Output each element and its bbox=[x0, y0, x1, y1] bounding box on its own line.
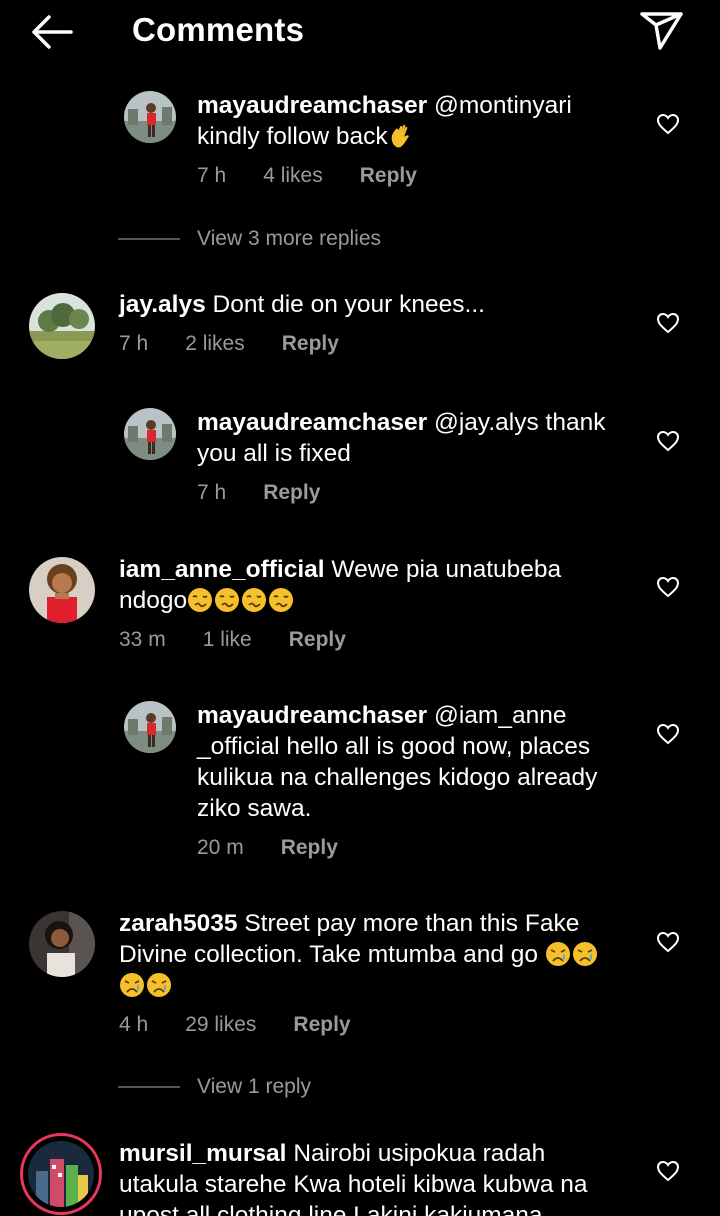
crying-face-icon bbox=[120, 973, 144, 997]
view-replies-label: View 1 reply bbox=[197, 1075, 312, 1098]
comment-text: jay.alys Dont die on your knees... bbox=[119, 289, 639, 320]
comment-username[interactable]: iam_anne_official bbox=[119, 556, 325, 583]
comment-meta: 4 h 29 likes Reply bbox=[119, 1013, 388, 1037]
paper-plane-icon bbox=[640, 12, 683, 50]
avatar[interactable] bbox=[124, 91, 176, 143]
comment-likes[interactable]: 4 likes bbox=[263, 164, 323, 188]
heart-icon[interactable] bbox=[656, 1160, 680, 1182]
comment-body: Dont die on your knees... bbox=[212, 291, 485, 318]
comment-meta: 20 m Reply bbox=[197, 836, 375, 860]
comment-meta: 33 m 1 like Reply bbox=[119, 628, 383, 652]
comment-username[interactable]: mayaudreamchaser bbox=[197, 409, 427, 436]
comment-username[interactable]: mayaudreamchaser bbox=[197, 702, 427, 729]
page-title: Comments bbox=[132, 11, 305, 48]
comment-text: mayaudreamchaser @jay.alys thank you all… bbox=[197, 407, 627, 469]
view-replies-label: View 3 more replies bbox=[197, 227, 382, 250]
reply-button[interactable]: Reply bbox=[282, 332, 339, 356]
reply-button[interactable]: Reply bbox=[293, 1013, 350, 1037]
heart-icon[interactable] bbox=[656, 576, 680, 598]
crying-face-icon bbox=[545, 942, 570, 966]
avatar[interactable] bbox=[124, 701, 176, 753]
divider bbox=[118, 238, 180, 240]
comment-time: 7 h bbox=[119, 332, 149, 355]
comment-text: iam_anne_official Wewe pia unatubeba ndo… bbox=[119, 554, 619, 616]
avatar[interactable] bbox=[29, 293, 95, 359]
heart-icon[interactable] bbox=[656, 312, 680, 334]
heart-icon[interactable] bbox=[656, 113, 680, 135]
comment-text: mayaudreamchaser @montinyari kindly foll… bbox=[197, 90, 637, 152]
comment-likes[interactable]: 29 likes bbox=[185, 1013, 256, 1037]
reply-button[interactable]: Reply bbox=[281, 836, 338, 860]
woozy-face-icon bbox=[242, 588, 267, 612]
avatar[interactable] bbox=[29, 911, 95, 977]
comment-username[interactable]: jay.alys bbox=[119, 291, 206, 318]
woozy-face-icon bbox=[188, 588, 213, 612]
reply-button[interactable]: Reply bbox=[289, 628, 346, 652]
comment-likes[interactable]: 2 likes bbox=[185, 332, 245, 356]
back-button[interactable] bbox=[28, 12, 76, 52]
crying-face-icon bbox=[147, 973, 171, 997]
comment-username[interactable]: mayaudreamchaser bbox=[197, 92, 427, 119]
view-more-replies[interactable]: View 3 more replies bbox=[118, 227, 381, 251]
share-button[interactable] bbox=[636, 8, 686, 52]
header-bar: Comments bbox=[0, 0, 720, 62]
crying-face-icon bbox=[572, 942, 597, 966]
woozy-face-icon bbox=[269, 588, 294, 612]
waving-hand-icon bbox=[391, 124, 409, 148]
comment-username[interactable]: zarah5035 bbox=[119, 910, 238, 937]
comment-time: 7 h bbox=[197, 481, 227, 504]
heart-icon[interactable] bbox=[656, 430, 680, 452]
avatar[interactable] bbox=[124, 408, 176, 460]
comment-meta: 7 h Reply bbox=[197, 481, 357, 505]
heart-icon[interactable] bbox=[656, 723, 680, 745]
comment-time: 20 m bbox=[197, 836, 244, 859]
comment-text: zarah5035 Street pay more than this Fake… bbox=[119, 908, 624, 1001]
comment-time: 33 m bbox=[119, 628, 166, 651]
comment-time: 7 h bbox=[197, 164, 227, 187]
comment-time: 4 h bbox=[119, 1013, 149, 1036]
view-more-replies[interactable]: View 1 reply bbox=[118, 1075, 311, 1099]
comment-text: mayaudreamchaser @iam_anne _official hel… bbox=[197, 700, 632, 824]
avatar[interactable] bbox=[29, 557, 95, 623]
comment-username[interactable]: mursil_mursal bbox=[119, 1140, 287, 1167]
arrow-left-icon bbox=[32, 15, 73, 49]
heart-icon[interactable] bbox=[656, 931, 680, 953]
comment-likes[interactable]: 1 like bbox=[203, 628, 252, 652]
reply-button[interactable]: Reply bbox=[360, 164, 417, 188]
reply-button[interactable]: Reply bbox=[263, 481, 320, 505]
comment-text: mursil_mursal Nairobi usipokua radah uta… bbox=[119, 1138, 619, 1216]
woozy-face-icon bbox=[215, 588, 240, 612]
comment-meta: 7 h 4 likes Reply bbox=[197, 164, 454, 188]
divider bbox=[118, 1086, 180, 1088]
avatar[interactable] bbox=[28, 1141, 94, 1207]
comment-meta: 7 h 2 likes Reply bbox=[119, 332, 376, 356]
